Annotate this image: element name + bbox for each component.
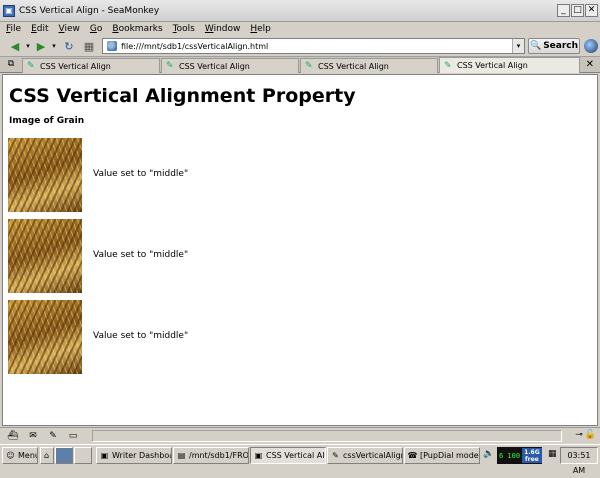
memory-meter: 6 100 — [499, 451, 521, 460]
image-row: Value set to "middle" — [8, 300, 508, 374]
close-window-button[interactable]: ✕ — [585, 4, 598, 17]
menu-window[interactable]: Window — [205, 24, 241, 34]
menu-file[interactable]: File — [6, 24, 21, 34]
seamonkey-app-icon: ▣ — [3, 4, 15, 17]
tab-1[interactable]: ✎ CSS Vertical Align — [22, 58, 160, 73]
close-tab-icon[interactable]: ✕ — [586, 59, 594, 70]
menu-go[interactable]: Go — [90, 24, 103, 34]
stop-icon[interactable]: ▦ — [82, 39, 96, 53]
task-editor[interactable]: ✎ cssVerticalAlign — [327, 447, 403, 464]
url-bar[interactable]: ▾ — [102, 38, 525, 54]
image-caption: Value set to "middle" — [93, 331, 189, 341]
task-writer-dashboard[interactable]: ▣ Writer Dashboard — [96, 447, 172, 464]
system-tray: 6 100 1.6G free — [497, 447, 542, 464]
reload-icon[interactable]: ↻ — [62, 39, 76, 53]
browser-icon: ▣ — [100, 451, 109, 460]
search-button[interactable]: 🔍 Search — [528, 38, 580, 54]
menu-view[interactable]: View — [59, 24, 80, 34]
image-subheading: Image of Grain — [9, 116, 85, 126]
grain-image — [8, 219, 82, 293]
new-tab-icon[interactable]: ⧉ — [4, 59, 18, 71]
task-css-vertical-align[interactable]: ▣ CSS Vertical Alig — [250, 447, 326, 464]
composer-icon[interactable]: ✎ — [46, 430, 60, 442]
start-menu-label: Menu — [18, 451, 38, 460]
menu-edit[interactable]: Edit — [31, 24, 48, 34]
grain-image — [8, 300, 82, 374]
url-input[interactable] — [121, 41, 501, 51]
back-dropdown-icon[interactable]: ▾ — [24, 39, 32, 53]
task-label: Writer Dashboard — [112, 451, 171, 460]
task-file-manager[interactable]: ▤ /mnt/sdb1/FROM — [173, 447, 249, 464]
tab-label: CSS Vertical Align — [179, 61, 250, 71]
browser-icon: ▣ — [254, 451, 263, 460]
modem-icon: ☎ — [407, 451, 418, 460]
page-icon — [107, 41, 117, 51]
window-title: CSS Vertical Align - SeaMonkey — [19, 5, 160, 16]
tab-label: CSS Vertical Align — [457, 61, 528, 70]
search-icon: 🔍 — [529, 41, 542, 51]
title-bar: ▣ CSS Vertical Align - SeaMonkey _ □ ✕ — [0, 0, 600, 22]
image-row: Value set to "middle" — [8, 219, 508, 293]
window-controls: _ □ ✕ — [557, 4, 598, 17]
workspace-pager-1[interactable] — [55, 447, 73, 464]
task-label: CSS Vertical Alig — [266, 451, 326, 460]
page-content: CSS Vertical Alignment Property Image of… — [2, 74, 598, 426]
desktop-launcher-icon[interactable]: ⌂ — [40, 447, 54, 464]
navigation-toolbar: ◀ ▾ ▶ ▾ ↻ ▦ ▾ 🔍 Search — [0, 36, 600, 56]
menu-dog-icon: ☺ — [6, 451, 15, 460]
address-book-icon[interactable]: ▭ — [66, 430, 80, 442]
tab-3[interactable]: ✎ CSS Vertical Align — [300, 58, 438, 73]
tab-label: CSS Vertical Align — [40, 61, 111, 71]
folder-icon: ▤ — [177, 451, 186, 460]
volume-icon[interactable]: 🔈 — [483, 449, 494, 459]
task-label: cssVerticalAlign — [343, 451, 403, 460]
page-leaf-icon: ✎ — [27, 61, 35, 71]
clock: 03:51 AM — [560, 447, 598, 475]
image-caption: Value set to "middle" — [93, 169, 189, 179]
tray-icon[interactable]: ▦ — [548, 449, 557, 459]
start-menu-button[interactable]: ☺ Menu — [2, 447, 38, 464]
status-bar: ⛴ ✉ ✎ ▭ ⊸ 🔓 — [0, 427, 600, 443]
online-status-icon[interactable]: ⊸ — [575, 430, 583, 440]
desktop-taskbar: ☺ Menu ⌂ ▣ Writer Dashboard ▤ /mnt/sdb1/… — [0, 444, 600, 475]
workspace-pager-2[interactable] — [74, 447, 92, 464]
tab-label: CSS Vertical Align — [318, 61, 389, 71]
menu-help[interactable]: Help — [250, 24, 271, 34]
task-label: /mnt/sdb1/FROM — [189, 451, 249, 460]
mail-icon[interactable]: ✉ — [26, 430, 40, 442]
task-pupdial[interactable]: ☎ [PupDial modem — [404, 447, 480, 464]
menu-tools[interactable]: Tools — [173, 24, 195, 34]
image-caption: Value set to "middle" — [93, 250, 189, 260]
forward-dropdown-icon[interactable]: ▾ — [50, 39, 58, 53]
menu-bookmarks[interactable]: Bookmarks — [112, 24, 162, 34]
page-leaf-icon: ✎ — [305, 61, 313, 71]
minimize-button[interactable]: _ — [557, 4, 570, 17]
status-text-field — [92, 430, 562, 442]
grain-image — [8, 138, 82, 212]
status-indicators: ⊸ 🔓 — [575, 430, 596, 440]
task-label: [PupDial modem — [420, 451, 480, 460]
security-lock-icon: 🔓 — [584, 430, 596, 440]
throbber-globe-icon — [584, 39, 598, 53]
tab-4-active[interactable]: ✎ CSS Vertical Align — [439, 57, 580, 73]
free-space-badge: 1.6G free — [522, 448, 542, 463]
image-row: Value set to "middle" — [8, 138, 508, 212]
tab-2[interactable]: ✎ CSS Vertical Align — [161, 58, 299, 73]
maximize-button[interactable]: □ — [571, 4, 584, 17]
tab-bar: ⧉ ✎ CSS Vertical Align ✎ CSS Vertical Al… — [0, 56, 600, 73]
menu-bar: File Edit View Go Bookmarks Tools Window… — [0, 22, 600, 36]
page-leaf-icon: ✎ — [444, 60, 452, 71]
page-title: CSS Vertical Alignment Property — [9, 85, 356, 107]
url-dropdown-icon[interactable]: ▾ — [512, 39, 524, 53]
editor-icon: ✎ — [332, 451, 339, 460]
navigator-icon[interactable]: ⛴ — [6, 430, 20, 442]
page-leaf-icon: ✎ — [166, 61, 174, 71]
forward-arrow-icon[interactable]: ▶ — [34, 39, 48, 53]
back-arrow-icon[interactable]: ◀ — [8, 39, 22, 53]
search-button-label: Search — [543, 41, 579, 51]
